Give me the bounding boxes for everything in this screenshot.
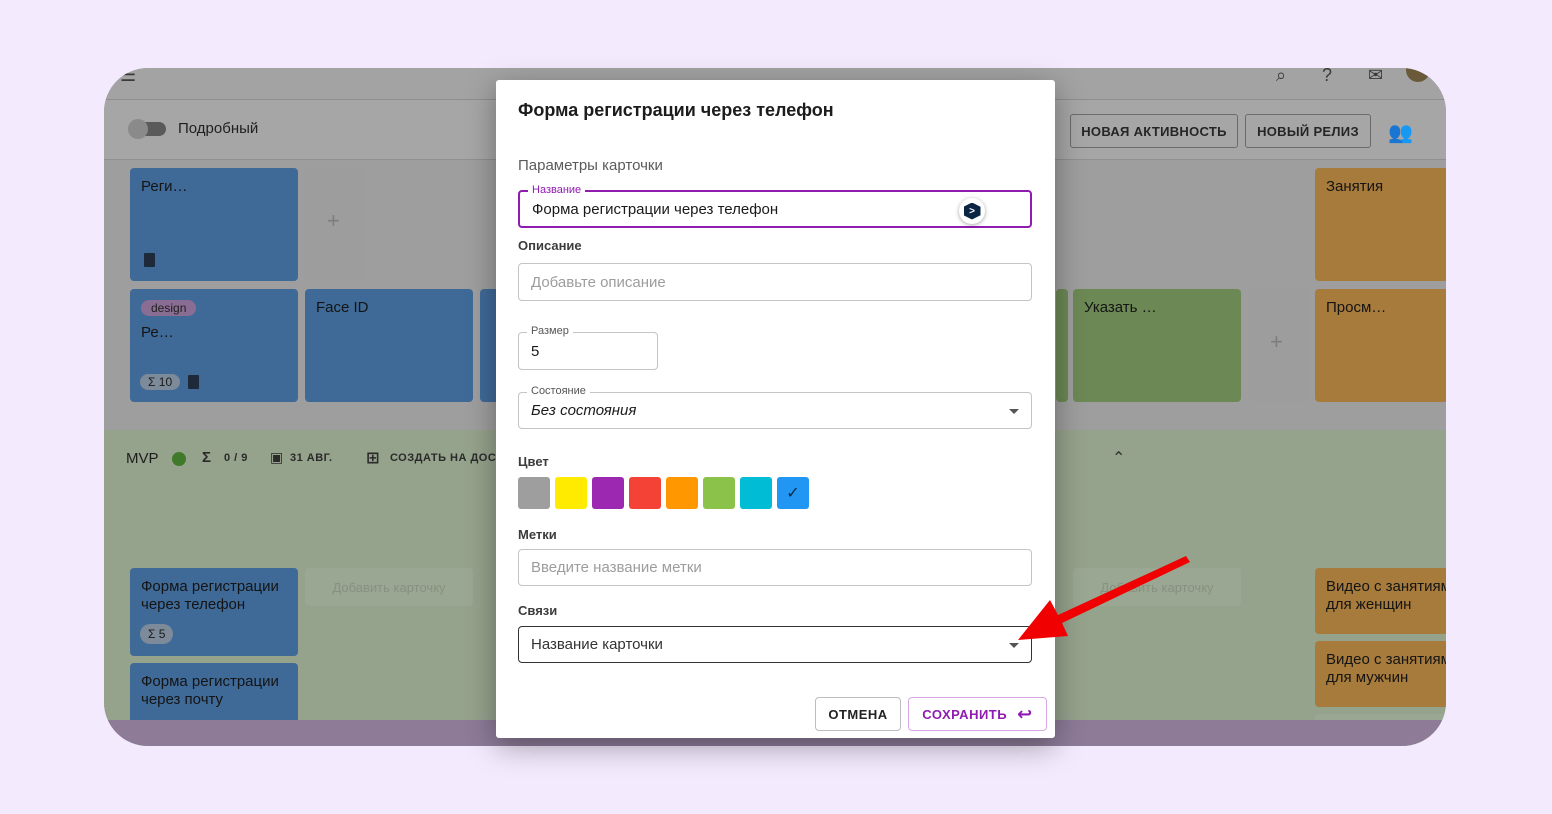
color-swatch[interactable] <box>629 477 661 509</box>
links-value: Название карточки <box>531 636 663 653</box>
state-value: Без состояния <box>531 402 637 419</box>
name-field-legend: Название <box>528 184 586 196</box>
description-label: Описание <box>518 238 582 253</box>
color-picker: ✓ <box>518 477 809 509</box>
state-field-legend: Состояние <box>527 385 590 397</box>
card-params-heading: Параметры карточки <box>518 157 663 174</box>
links-select[interactable]: Название карточки <box>518 626 1032 663</box>
extension-icon[interactable]: > <box>959 198 985 224</box>
color-swatch[interactable] <box>740 477 772 509</box>
cancel-button[interactable]: ОТМЕНА <box>815 697 901 731</box>
color-label: Цвет <box>518 454 549 469</box>
name-input[interactable]: Форма регистрации через телефон <box>532 201 778 218</box>
enter-icon: ↩ <box>1017 704 1033 724</box>
size-field[interactable]: Размер 5 <box>518 325 658 370</box>
save-button[interactable]: СОХРАНИТЬ ↩ <box>908 697 1047 731</box>
color-swatch[interactable] <box>555 477 587 509</box>
color-swatch[interactable] <box>666 477 698 509</box>
tags-field[interactable]: Введите название метки <box>518 549 1032 586</box>
tags-placeholder: Введите название метки <box>531 559 702 576</box>
chevron-down-icon[interactable] <box>1009 643 1019 648</box>
dialog-title: Форма регистрации через телефон <box>518 100 834 120</box>
tags-label: Метки <box>518 527 557 542</box>
description-placeholder: Добавьте описание <box>531 274 666 291</box>
state-select[interactable]: Состояние Без состояния <box>518 385 1032 429</box>
color-swatch[interactable] <box>518 477 550 509</box>
color-swatch[interactable]: ✓ <box>777 477 809 509</box>
color-swatch[interactable] <box>703 477 735 509</box>
save-button-label: СОХРАНИТЬ <box>922 706 1008 722</box>
size-input[interactable]: 5 <box>531 343 539 360</box>
color-swatch[interactable] <box>592 477 624 509</box>
name-field[interactable]: Название Форма регистрации через телефон… <box>518 184 1032 228</box>
links-label: Связи <box>518 603 558 618</box>
chevron-down-icon[interactable] <box>1009 409 1019 414</box>
check-icon: ✓ <box>786 485 800 502</box>
description-field[interactable]: Добавьте описание <box>518 263 1032 301</box>
size-field-legend: Размер <box>527 325 573 337</box>
card-edit-dialog: Форма регистрации через телефон Параметр… <box>496 80 1055 738</box>
